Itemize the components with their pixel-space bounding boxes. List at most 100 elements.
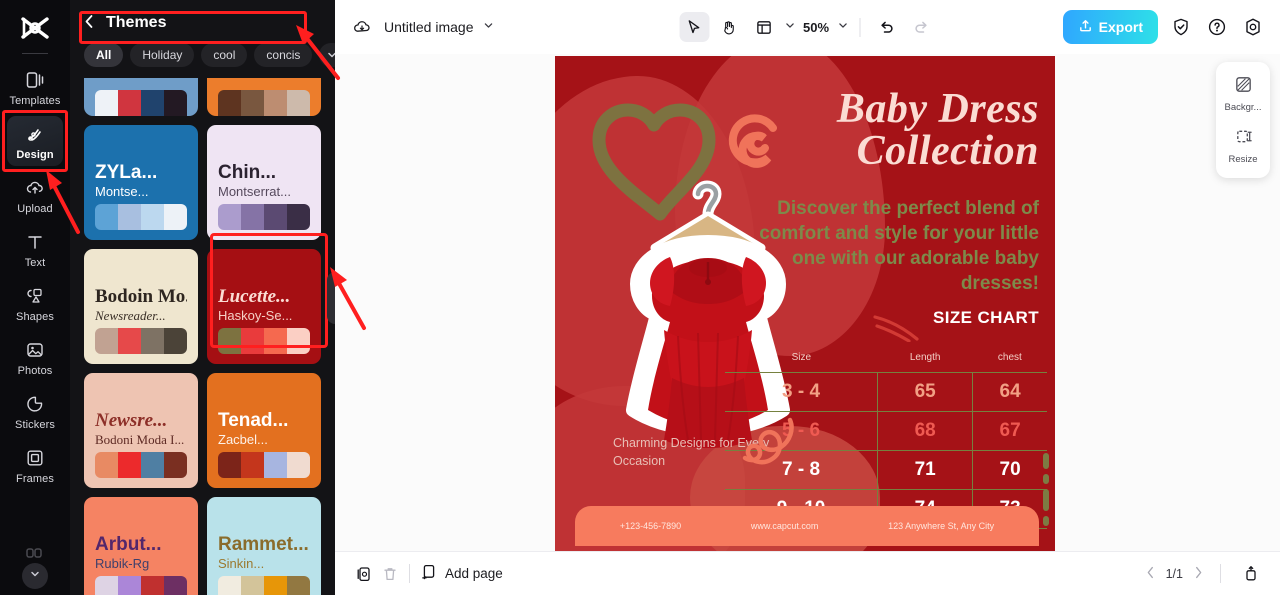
palette-swatch bbox=[164, 328, 187, 354]
footer-contact-item: 123 Anywhere St, Any City bbox=[888, 521, 995, 531]
theme-card[interactable] bbox=[207, 78, 321, 116]
theme-card-primary-font-name: Bodoin Mo... bbox=[95, 286, 187, 307]
photos-image-icon bbox=[24, 339, 46, 361]
filter-chips-expand-button[interactable] bbox=[319, 43, 335, 67]
theme-card[interactable] bbox=[84, 78, 198, 116]
export-button[interactable]: Export bbox=[1062, 10, 1158, 44]
palette-swatch bbox=[141, 452, 164, 478]
sidebar-label: Photos bbox=[17, 365, 53, 377]
background-pattern-icon bbox=[1234, 75, 1253, 99]
next-page-button[interactable] bbox=[1194, 566, 1203, 582]
table-row: 3 - 4 65 64 bbox=[725, 372, 1047, 412]
theme-card-palette bbox=[95, 576, 187, 595]
shapes-icon bbox=[24, 285, 46, 307]
file-menu-chevron-down-icon[interactable] bbox=[483, 20, 494, 34]
theme-card[interactable]: Tenad... Zacbel... bbox=[207, 373, 321, 488]
palette-swatch bbox=[264, 328, 287, 354]
decor-dots-column bbox=[1043, 453, 1049, 526]
sidebar-item-stickers[interactable]: Stickers bbox=[7, 386, 63, 436]
add-page-icon bbox=[420, 563, 438, 584]
table-cell: 3 - 4 bbox=[725, 372, 879, 412]
palette-swatch bbox=[264, 576, 287, 595]
add-page-button[interactable]: Add page bbox=[420, 563, 503, 584]
redo-arrow-icon[interactable] bbox=[906, 12, 936, 42]
palette-swatch bbox=[287, 452, 310, 478]
theme-card-secondary-font-name: Montse... bbox=[95, 184, 149, 199]
theme-card-secondary-font-name: Montserrat... bbox=[218, 184, 291, 199]
zoom-chevron-down-icon[interactable] bbox=[837, 20, 848, 34]
palette-swatch bbox=[241, 452, 264, 478]
palette-swatch bbox=[287, 90, 310, 116]
prev-page-button[interactable] bbox=[1146, 566, 1155, 582]
canvas-tools-group: 50% bbox=[679, 12, 936, 42]
sidebar-item-design[interactable]: Design bbox=[7, 116, 63, 166]
design-subtitle[interactable]: Discover the perfect blend of comfort an… bbox=[749, 196, 1039, 296]
sidebar-item-upload[interactable]: Upload bbox=[7, 170, 63, 220]
trash-delete-icon[interactable] bbox=[377, 561, 403, 587]
theme-card-primary-font-name: ZYLa... bbox=[95, 162, 158, 183]
design-footer-bar[interactable]: +123-456-7890 www.capcut.com 123 Anywhere … bbox=[575, 506, 1039, 546]
theme-card-primary-font-name: Tenad... bbox=[218, 410, 289, 431]
sidebar-label: Stickers bbox=[15, 419, 55, 431]
filter-chip-concis[interactable]: concis bbox=[254, 43, 313, 67]
background-tool-button[interactable]: Backgr... bbox=[1216, 70, 1270, 118]
theme-card[interactable]: Rammet... Sinkin... bbox=[207, 497, 321, 595]
sidebar-item-shapes[interactable]: Shapes bbox=[7, 278, 63, 328]
palette-swatch bbox=[164, 204, 187, 230]
theme-card-palette bbox=[95, 204, 187, 230]
page-title: Themes bbox=[106, 14, 167, 31]
theme-card-secondary-font-name: Haskoy-Se... bbox=[218, 308, 293, 323]
themes-panel: Themes All Holiday cool concis ZYLa... Mo… bbox=[70, 0, 335, 595]
theme-card-secondary-font-name: Zacbel... bbox=[218, 432, 268, 447]
layout-chevron-down-icon[interactable] bbox=[784, 20, 795, 34]
layout-grid-icon[interactable] bbox=[749, 12, 779, 42]
palette-swatch bbox=[264, 90, 287, 116]
duplicate-page-icon[interactable] bbox=[351, 561, 377, 587]
table-column-header: Length bbox=[909, 352, 941, 363]
filter-chip-holiday[interactable]: Holiday bbox=[130, 43, 195, 67]
cursor-select-icon[interactable] bbox=[679, 12, 709, 42]
design-title[interactable]: Baby Dress Collection bbox=[739, 88, 1039, 172]
design-brush-icon bbox=[24, 123, 46, 145]
theme-card[interactable]: Lucette... Haskoy-Se... bbox=[207, 249, 321, 364]
shield-check-icon[interactable] bbox=[1168, 14, 1194, 40]
panel-collapse-handle[interactable] bbox=[327, 272, 335, 324]
sidebar-item-text[interactable]: Text bbox=[7, 224, 63, 274]
design-artboard[interactable]: Baby Dress Collection Discover the perfe… bbox=[555, 56, 1055, 551]
settings-gear-icon[interactable] bbox=[1240, 14, 1266, 40]
sidebar-item-photos[interactable]: Photos bbox=[7, 332, 63, 382]
palette-swatch bbox=[118, 576, 141, 595]
file-name-label[interactable]: Untitled image bbox=[384, 19, 474, 35]
help-question-icon[interactable] bbox=[1204, 14, 1230, 40]
sidebar-item-templates[interactable]: Templates bbox=[7, 62, 63, 112]
theme-card-primary-font-name: Lucette... bbox=[218, 286, 291, 307]
palette-swatch bbox=[118, 204, 141, 230]
sidebar-item-frames[interactable]: Frames bbox=[7, 440, 63, 490]
capcut-logo-icon[interactable] bbox=[14, 13, 56, 43]
rail-expand-more-button[interactable] bbox=[22, 563, 48, 589]
resize-tool-label: Resize bbox=[1228, 154, 1258, 165]
table-cell: 70 bbox=[972, 450, 1047, 490]
table-cell: 64 bbox=[972, 372, 1047, 412]
resize-tool-button[interactable]: Resize bbox=[1216, 122, 1270, 170]
filter-chip-all[interactable]: All bbox=[84, 43, 124, 67]
palette-swatch bbox=[95, 576, 118, 595]
cloud-save-icon[interactable] bbox=[349, 14, 375, 40]
theme-card[interactable]: Newsre... Bodoni Moda I... bbox=[84, 373, 198, 488]
panel-back-button[interactable] bbox=[84, 14, 94, 32]
theme-card[interactable]: Arbut... Rubik-Rg bbox=[84, 497, 198, 595]
palette-swatch bbox=[264, 452, 287, 478]
hand-pan-icon[interactable] bbox=[714, 12, 744, 42]
filter-chip-cool[interactable]: cool bbox=[201, 43, 248, 67]
theme-card[interactable]: Chin... Montserrat... bbox=[207, 125, 321, 240]
export-page-icon[interactable] bbox=[1238, 561, 1264, 587]
theme-card[interactable]: ZYLa... Montse... bbox=[84, 125, 198, 240]
undo-arrow-icon[interactable] bbox=[871, 12, 901, 42]
canvas-workspace[interactable]: Baby Dress Collection Discover the perfe… bbox=[335, 54, 1280, 551]
size-chart-label[interactable]: SIZE CHART bbox=[933, 308, 1039, 328]
zoom-level-label[interactable]: 50% bbox=[800, 20, 832, 35]
palette-swatch bbox=[241, 328, 264, 354]
bottom-toolbar: Add page 1/1 bbox=[335, 551, 1280, 595]
theme-card[interactable]: Bodoin Mo...Newsreader... bbox=[84, 249, 198, 364]
palette-swatch bbox=[287, 328, 310, 354]
